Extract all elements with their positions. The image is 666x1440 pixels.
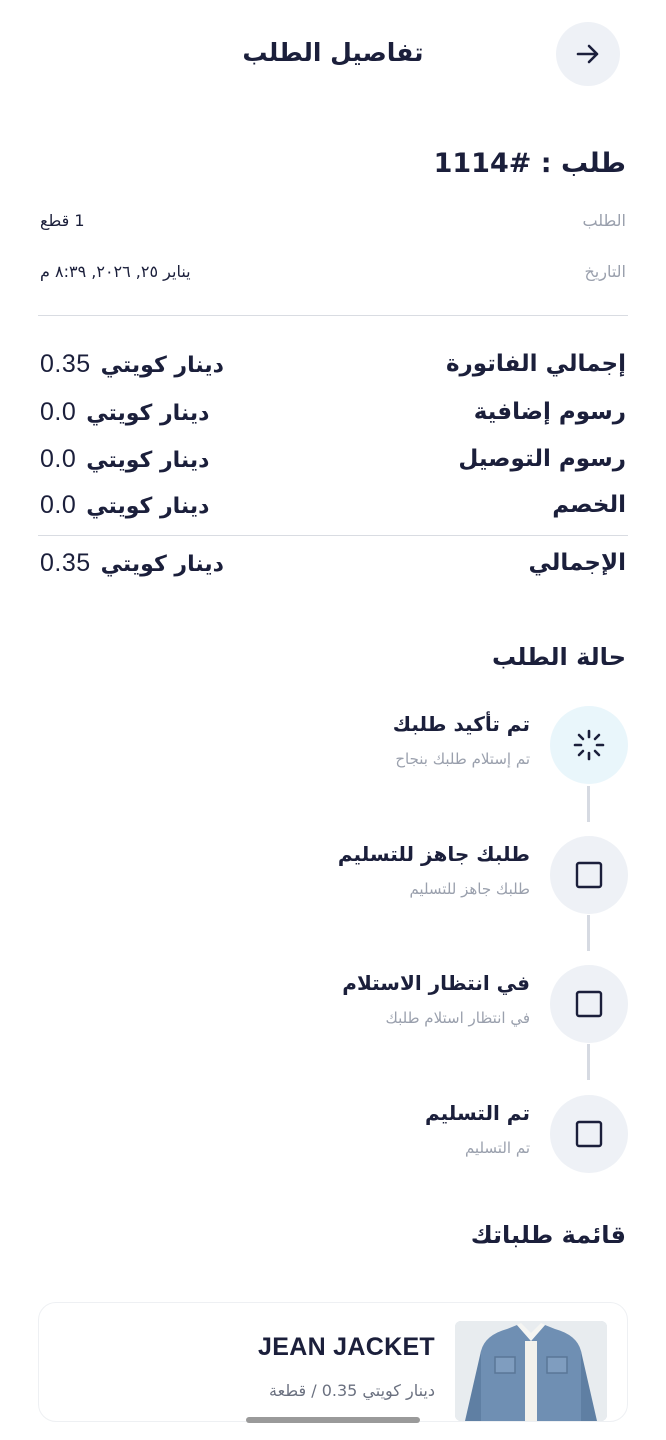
summary-label: الخصم (552, 492, 626, 518)
summary-label: رسوم التوصيل (458, 446, 626, 472)
summary-currency: دينار كويتي (86, 493, 210, 519)
step-indicator (550, 965, 628, 1043)
order-date-value: يناير ٢٥, ٢٠٢٦, ٨:٣٩ م (40, 261, 191, 281)
summary-row-fees: 0.0 دينار كويتي رسوم إضافية (40, 394, 626, 430)
summary-currency: دينار كويتي (86, 447, 210, 473)
step-title: تم التسليم (424, 1101, 530, 1125)
step-connector (587, 786, 590, 822)
back-button[interactable] (556, 22, 620, 86)
product-name: JEAN JACKET (258, 1333, 435, 1361)
summary-row-discount: 0.0 دينار كويتي الخصم (40, 487, 626, 523)
step-subtitle: طلبك جاهز للتسليم (409, 880, 530, 898)
order-items-value: 1 قطع (40, 210, 85, 230)
summary-amount: 0.35 (40, 349, 91, 378)
app-header: تفاصيل الطلب (0, 22, 666, 88)
total-label: الإجمالي (528, 550, 626, 576)
step-title: في انتظار الاستلام (342, 971, 530, 995)
summary-row-total: 0.35 دينار كويتي الإجمالي (40, 545, 626, 581)
order-items-label: الطلب (582, 210, 626, 230)
product-price: دينار كويتي 0.35 / قطعة (269, 1381, 435, 1400)
summary-row-invoice: 0.35 دينار كويتي إجمالي الفاتورة (40, 346, 626, 382)
total-amount: 0.35 (40, 548, 91, 577)
summary-currency: دينار كويتي (100, 551, 224, 577)
summary-amount: 0.0 (40, 490, 77, 519)
denim-jacket-image (455, 1321, 607, 1421)
summary-value: 0.0 دينار كويتي (40, 445, 209, 474)
step-indicator (550, 836, 628, 914)
order-item-card[interactable]: JEAN JACKET دينار كويتي 0.35 / قطعة (38, 1302, 628, 1422)
summary-row-delivery: 0.0 دينار كويتي رسوم التوصيل (40, 441, 626, 477)
step-subtitle: في انتظار استلام طلبك (385, 1009, 530, 1027)
order-date-label: التاريخ (584, 261, 626, 281)
step-indicator (550, 1095, 628, 1173)
summary-amount: 0.0 (40, 444, 77, 473)
step-indicator (550, 706, 628, 784)
order-status-title: حالة الطلب (491, 643, 626, 671)
summary-value: 0.35 دينار كويتي (40, 549, 224, 578)
step-subtitle: تم إستلام طلبك بنجاح (395, 750, 530, 768)
summary-value: 0.0 دينار كويتي (40, 491, 209, 520)
status-step-delivered: تم التسليم تم التسليم (0, 1095, 666, 1175)
step-title: طلبك جاهز للتسليم (337, 842, 530, 866)
divider (38, 315, 628, 316)
summary-currency: دينار كويتي (100, 352, 224, 378)
status-step-ready: طلبك جاهز للتسليم طلبك جاهز للتسليم (0, 836, 666, 916)
summary-value: 0.0 دينار كويتي (40, 398, 209, 427)
step-connector (587, 1044, 590, 1080)
square-icon (575, 861, 603, 889)
summary-label: إجمالي الفاتورة (445, 351, 626, 377)
step-title: تم تأكيد طلبك (392, 712, 530, 736)
home-indicator[interactable] (246, 1417, 420, 1423)
step-connector (587, 915, 590, 951)
summary-amount: 0.0 (40, 397, 77, 426)
status-step-confirmed: تم تأكيد طلبك تم إستلام طلبك بنجاح (0, 706, 666, 786)
square-icon (575, 990, 603, 1018)
status-step-awaiting: في انتظار الاستلام في انتظار استلام طلبك (0, 965, 666, 1045)
step-subtitle: تم التسليم (464, 1139, 530, 1157)
summary-currency: دينار كويتي (86, 400, 210, 426)
order-date-row: يناير ٢٥, ٢٠٢٦, ٨:٣٩ م التاريخ (40, 256, 626, 286)
order-items-row: 1 قطع الطلب (40, 205, 626, 235)
square-icon (575, 1120, 603, 1148)
summary-value: 0.35 دينار كويتي (40, 350, 224, 379)
orders-list-title: قائمة طلباتك (470, 1221, 626, 1249)
spinner-icon (573, 729, 605, 761)
divider (38, 535, 628, 536)
summary-label: رسوم إضافية (473, 399, 626, 425)
arrow-right-icon (576, 44, 599, 64)
order-number: طلب : #1114 (433, 148, 626, 179)
